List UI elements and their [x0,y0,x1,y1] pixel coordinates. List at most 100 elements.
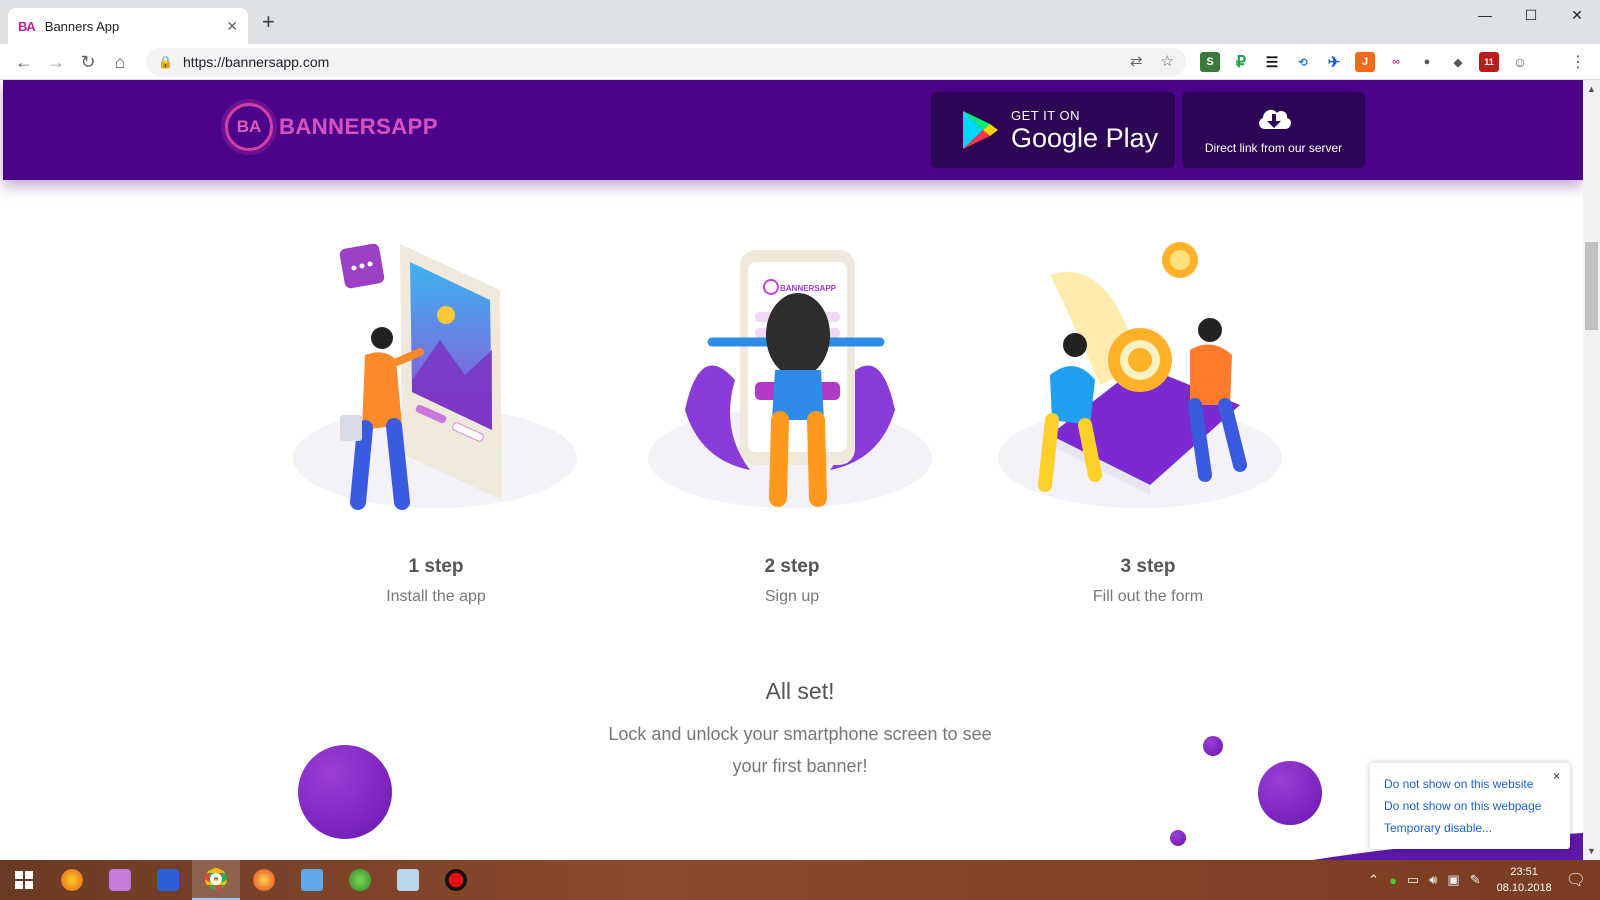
extension-icon[interactable]: ✈ [1324,52,1344,72]
show-hidden-icons-icon[interactable]: ⌃ [1368,872,1379,888]
taskbar-globe[interactable] [336,860,384,900]
control-panel-icon [301,869,323,891]
step-title: 1 step [408,556,464,577]
taskbar-picsart[interactable] [96,860,144,900]
site-header: BA BANNERSAPP GET IT ON Google Play Dire… [3,80,1583,180]
bookmark-star-icon[interactable]: ☆ [1161,52,1174,70]
clock-time: 23:51 [1510,866,1538,878]
clock-date: 08.10.2018 [1496,882,1552,894]
forward-button[interactable]: → [44,50,68,74]
extensions-bar: S ₽ ☰ ⟲ ✈ J ∞ ● ◆ 11 ☺ [1200,52,1530,72]
network-icon[interactable]: ▣ [1447,872,1459,888]
picsart-icon [109,869,131,891]
home-button[interactable]: ⌂ [108,50,132,74]
decorative-circle [1258,761,1322,825]
browser-toolbar: ← → ↻ ⌂ 🔒 https://bannersapp.com ⇄ ☆ S ₽… [0,44,1600,80]
window-controls: — ☐ ✕ [1462,0,1600,30]
taskbar-clock[interactable]: 23:51 08.10.2018 [1497,864,1552,896]
scroll-up-icon[interactable]: ▲ [1587,84,1596,94]
cloud-download-icon [1258,109,1291,129]
pen-icon[interactable]: ✎ [1470,872,1481,888]
allset-title: All set! [765,678,835,704]
direct-download-button[interactable]: Direct link from our server [1182,92,1365,168]
status-light-icon[interactable]: ● [1389,873,1397,888]
battery-icon[interactable]: ▭ [1407,872,1419,888]
logo-text: BANNERSAPP [279,114,439,139]
google-play-button[interactable]: GET IT ON Google Play [931,92,1175,168]
volume-icon[interactable]: 🔊︎ [1429,872,1437,888]
extension-icon[interactable]: ∞ [1386,52,1406,72]
step1-illustration [293,243,577,510]
windows-logo-icon [15,871,33,889]
step-2: 2 step Sign up [642,556,942,606]
extension-badge-icon[interactable]: 11 [1479,52,1499,72]
step3-illustration [998,242,1282,508]
google-play-icon [963,111,998,149]
extension-popup: Do not show on this website Do not show … [1370,763,1570,849]
extension-icon[interactable]: ◆ [1448,52,1468,72]
system-tray: ⌃ ● ▭ 🔊︎ ▣ ✎ 23:51 08.10.2018 🗨︎ [1368,860,1600,900]
tab-title: Banners App [44,18,120,34]
profile-icon[interactable]: ☺ [1510,52,1530,72]
close-window-button[interactable]: ✕ [1554,0,1600,30]
do-not-show-webpage-link[interactable]: Do not show on this webpage [1384,795,1556,817]
reload-button[interactable]: ↻ [76,50,100,74]
step-title: 3 step [1120,556,1176,577]
tab-close-icon[interactable]: ✕ [226,18,238,35]
temporary-disable-link[interactable]: Temporary disable... [1384,817,1556,839]
google-play-label: Google Play [1011,122,1159,153]
popup-close-icon[interactable]: × [1553,769,1560,783]
browser-tab[interactable]: BA Banners App ✕ [8,8,248,44]
browser-titlebar: BA Banners App ✕ + — ☐ ✕ [0,0,1600,44]
taskbar-notepad[interactable] [384,860,432,900]
extension-icon[interactable]: ☰ [1262,52,1282,72]
back-button[interactable]: ← [12,50,36,74]
url-text[interactable]: https://bannersapp.com [183,54,329,70]
firefox-icon [61,869,83,891]
step-description: Sign up [764,588,820,605]
taskbar-firefox[interactable] [48,860,96,900]
globe-icon [349,869,371,891]
taskbar-yandex[interactable] [240,860,288,900]
logo-mark-icon: BA [225,103,273,151]
phone-logo-text: BANNERSAPP [780,284,837,293]
action-center-icon[interactable]: 🗨︎ [1566,870,1586,890]
taskbar-chrome[interactable] [192,860,240,900]
minimize-button[interactable]: — [1462,0,1508,30]
extension-icon[interactable]: ₽ [1231,52,1251,72]
maximize-button[interactable]: ☐ [1508,0,1554,30]
step-1: 1 step Install the app [286,556,586,606]
extension-icon[interactable]: ● [1417,52,1437,72]
extension-icon[interactable]: J [1355,52,1375,72]
allset-description: Lock and unlock your smartphone screen t… [608,724,992,776]
windows-taskbar: ⌃ ● ▭ 🔊︎ ▣ ✎ 23:51 08.10.2018 🗨︎ [0,860,1600,900]
browser-menu-icon[interactable]: ⋮ [1570,52,1586,72]
chrome-icon [205,868,227,890]
step-3: 3 step Fill out the form [998,556,1298,606]
address-bar[interactable]: 🔒 https://bannersapp.com ⇄ ☆ [146,48,1186,76]
new-tab-button[interactable]: + [262,11,275,33]
step2-illustration: BANNERSAPP [648,250,932,508]
step-description: Install the app [386,588,486,605]
lock-icon[interactable]: 🔒 [158,55,173,69]
direct-link-label: Direct link from our server [1204,141,1343,155]
site-logo[interactable]: BA BANNERSAPP [225,103,438,151]
taskbar-recorder[interactable] [432,860,480,900]
extension-icon[interactable]: S [1200,52,1220,72]
decorative-circle [298,745,392,839]
scroll-thumb[interactable] [1585,242,1598,330]
translate-icon[interactable]: ⇄ [1130,52,1143,70]
do-not-show-website-link[interactable]: Do not show on this website [1384,773,1556,795]
page-scrollbar[interactable]: ▲ ▼ [1583,80,1600,860]
step-title: 2 step [764,556,820,577]
yandex-browser-icon [253,869,275,891]
notepad-icon [397,869,419,891]
tab-favicon-icon: BA [18,18,36,34]
scroll-down-icon[interactable]: ▼ [1587,846,1596,856]
start-button[interactable] [0,860,48,900]
decorative-circle [1170,830,1186,846]
taskbar-malwarebytes[interactable] [144,860,192,900]
record-icon [445,869,467,891]
taskbar-explorer[interactable] [288,860,336,900]
extension-icon[interactable]: ⟲ [1293,52,1313,72]
